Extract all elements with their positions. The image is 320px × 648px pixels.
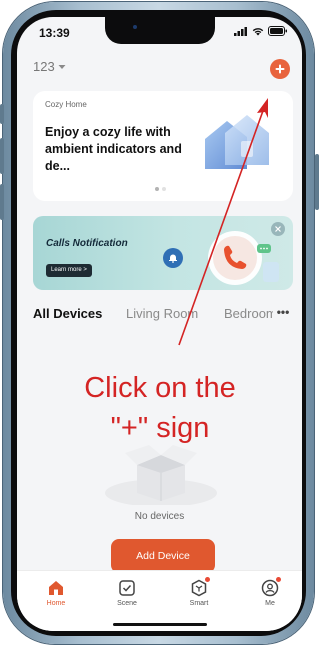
annotation-line-1: Click on the (84, 372, 236, 404)
annotation-arrow (178, 98, 268, 346)
annotation-instruction: Click on the "+" sign (40, 368, 280, 448)
annotation-line-2: "+" sign (110, 412, 210, 444)
